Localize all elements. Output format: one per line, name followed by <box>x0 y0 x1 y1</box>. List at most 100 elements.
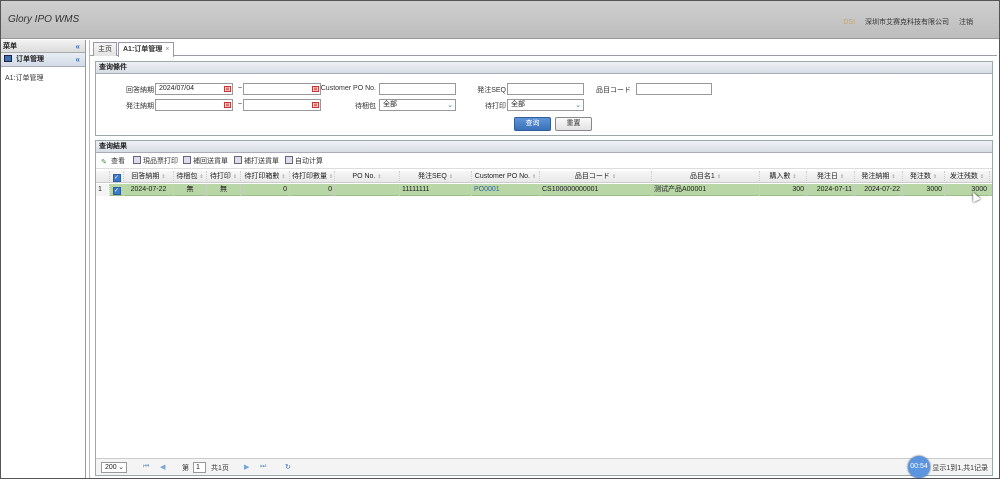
sort-icon: ⇕ <box>979 174 985 180</box>
col-order-date[interactable]: 発注日 ⇕ <box>807 171 855 183</box>
calendar-icon[interactable]: ▦ <box>312 102 319 108</box>
col-label: PO No. <box>352 173 376 180</box>
col-purchase-qty[interactable]: 購入數 ⇕ <box>760 171 807 183</box>
reprint-delivery-button[interactable]: 補打送貨單 <box>234 156 279 166</box>
pending-pack-value: 全部 <box>383 101 397 108</box>
customer-po-label: Customer PO No. <box>320 85 376 92</box>
cell-purchase-qty: 300 <box>760 184 807 196</box>
tab-label: A1:订单管理 <box>123 46 163 53</box>
col-order-delivery[interactable]: 発注納期 ⇕ <box>855 171 903 183</box>
cell-customer-po-link[interactable]: PO0001 <box>472 184 540 196</box>
account-name: DSI <box>843 19 856 26</box>
chevron-down-icon[interactable]: ⌄ <box>575 101 581 111</box>
record-summary: 显示1到1,共1记录 <box>932 465 988 472</box>
header-index <box>96 171 110 183</box>
reply-date-to-input[interactable]: ▦ <box>243 83 321 95</box>
page-size-select[interactable]: 200 ⌄ <box>101 462 127 473</box>
pending-pack-select[interactable]: 全部 ⌄ <box>379 99 456 111</box>
tab-label: 主页 <box>98 46 112 53</box>
reset-button[interactable]: 重置 <box>555 117 592 131</box>
tab-close-icon[interactable]: × <box>165 46 169 53</box>
cell-pending-pack: 無 <box>174 184 207 196</box>
return-delivery-button[interactable]: 補回送貨單 <box>183 156 228 166</box>
collapse-group-icon[interactable]: « <box>76 53 80 67</box>
col-print-qty[interactable]: 待打印數量 ⇕ <box>290 171 335 183</box>
next-page-icon[interactable]: ▶ <box>244 463 249 471</box>
prev-page-icon[interactable]: ◀ <box>160 463 165 471</box>
print-label-button[interactable]: 現品票打印 <box>133 156 178 166</box>
page-number-input[interactable]: 1 <box>193 462 206 473</box>
col-item-code[interactable]: 品目コード ⇕ <box>540 171 652 183</box>
calendar-icon[interactable]: ▦ <box>224 102 231 108</box>
row-checkbox[interactable]: ✓ <box>112 187 121 195</box>
printer-icon <box>234 156 242 164</box>
reply-date-from-input[interactable]: 2024/07/04 ▦ <box>155 83 233 95</box>
tab-bar: 主页 A1:订单管理 × <box>90 40 997 57</box>
col-label: 発注納期 <box>861 173 890 180</box>
query-panel: 查询條件 回答納期 2024/07/04 ▦ ~ ▦ Customer PO No… <box>95 61 993 136</box>
col-item-name[interactable]: 品目名1 ⇕ <box>652 171 760 183</box>
col-label: 待打印數量 <box>292 173 327 180</box>
order-date-label: 発注納期 <box>126 103 154 110</box>
toolbar-label: 補打送貨單 <box>244 158 279 165</box>
logout-link[interactable]: 注销 <box>959 19 973 26</box>
view-button[interactable]: ✎ 查看 <box>101 156 125 166</box>
col-order-qty[interactable]: 発注数 ⇕ <box>903 171 945 183</box>
calendar-icon[interactable]: ▦ <box>224 86 231 92</box>
table-row[interactable]: 1 ✓ 2024-07-22 無 無 0 0 11111111 PO0001 C… <box>96 184 992 196</box>
collapse-sidebar-icon[interactable]: « <box>76 40 80 53</box>
item-code-input[interactable] <box>636 83 712 95</box>
col-print-boxes[interactable]: 待打印箱數 ⇕ <box>241 171 290 183</box>
cell-print-boxes: 0 <box>241 184 290 196</box>
printer-icon <box>285 156 293 164</box>
col-label: 待打印 <box>209 173 231 180</box>
order-date-to-input[interactable]: ▦ <box>243 99 321 111</box>
tab-home[interactable]: 主页 <box>93 42 117 56</box>
cell-pending-print: 無 <box>207 184 241 196</box>
chevron-down-icon[interactable]: ⌄ <box>447 101 453 111</box>
col-pending-pack[interactable]: 待梱包 ⇕ <box>174 171 207 183</box>
chevron-down-icon[interactable]: ⌄ <box>118 463 124 472</box>
col-label: 回答納期 <box>131 173 160 180</box>
auto-calc-button[interactable]: 自动计算 <box>285 156 323 166</box>
sort-icon: ⇕ <box>792 174 797 180</box>
date-range-separator: ~ <box>238 101 243 108</box>
col-reply-date[interactable]: 回答納期 ⇕ <box>124 171 174 183</box>
company-name: 深圳市艾赛克科技有限公司 <box>865 19 950 26</box>
customer-po-input[interactable] <box>379 83 456 95</box>
toolbar-label: 查看 <box>111 158 125 165</box>
grid-header-row: ✓ 回答納期 ⇕ 待梱包 ⇕ 待打印 ⇕ 待打印箱數 ⇕ 待打印數量 ⇕ PO No. ⇕ … <box>96 171 992 183</box>
last-page-icon[interactable]: ⏭ <box>260 463 266 471</box>
row-index: 1 <box>96 184 110 196</box>
tab-order-management[interactable]: A1:订单管理 × <box>118 42 175 57</box>
col-label: 品目コード <box>574 173 610 180</box>
cell-order-seq: 11111111 <box>400 184 472 196</box>
first-page-icon[interactable]: ⏮ <box>143 463 149 471</box>
header-checkbox-cell[interactable]: ✓ <box>110 171 124 183</box>
page-number-value: 1 <box>196 464 200 471</box>
col-remaining-qty[interactable]: 发注残数 ⇕ <box>945 171 990 183</box>
sidebar-group-label: 订单管理 <box>15 56 44 63</box>
sidebar-item-order-management[interactable]: A1:订单管理 <box>1 67 85 89</box>
sidebar-header: 菜单 « <box>1 40 85 53</box>
row-checkbox-cell[interactable]: ✓ <box>110 184 124 196</box>
sidebar-group-order[interactable]: 订单管理 « <box>1 53 85 67</box>
col-pending-print[interactable]: 待打印 ⇕ <box>207 171 241 183</box>
app-header: Glory IPO WMS DSI 深圳市艾赛克科技有限公司 注销 <box>1 1 999 39</box>
pagination-bar: 200 ⌄ ⏮ ◀ 第 1 共1页 ▶ ⏭ ↻ 显示1到1,共1记录 <box>96 458 992 475</box>
order-date-from-input[interactable]: ▦ <box>155 99 233 111</box>
timer-badge[interactable]: 00:54 <box>908 456 930 478</box>
order-seq-input[interactable] <box>507 83 584 95</box>
col-po-no[interactable]: PO No. ⇕ <box>335 171 400 183</box>
pending-print-select[interactable]: 全部 ⌄ <box>507 99 584 111</box>
col-customer-po[interactable]: Customer PO No. ⇕ <box>472 171 540 183</box>
sort-icon: ⇕ <box>329 174 334 180</box>
sort-icon: ⇕ <box>161 174 166 180</box>
refresh-icon[interactable]: ↻ <box>285 463 291 471</box>
sort-icon: ⇕ <box>839 174 845 180</box>
col-order-seq[interactable]: 発注SEQ ⇕ <box>400 171 472 183</box>
col-label: 発注日 <box>816 173 838 180</box>
reply-date-label: 回答納期 <box>126 87 154 94</box>
search-button[interactable]: 查询 <box>514 117 551 131</box>
select-all-checkbox[interactable]: ✓ <box>112 174 121 182</box>
